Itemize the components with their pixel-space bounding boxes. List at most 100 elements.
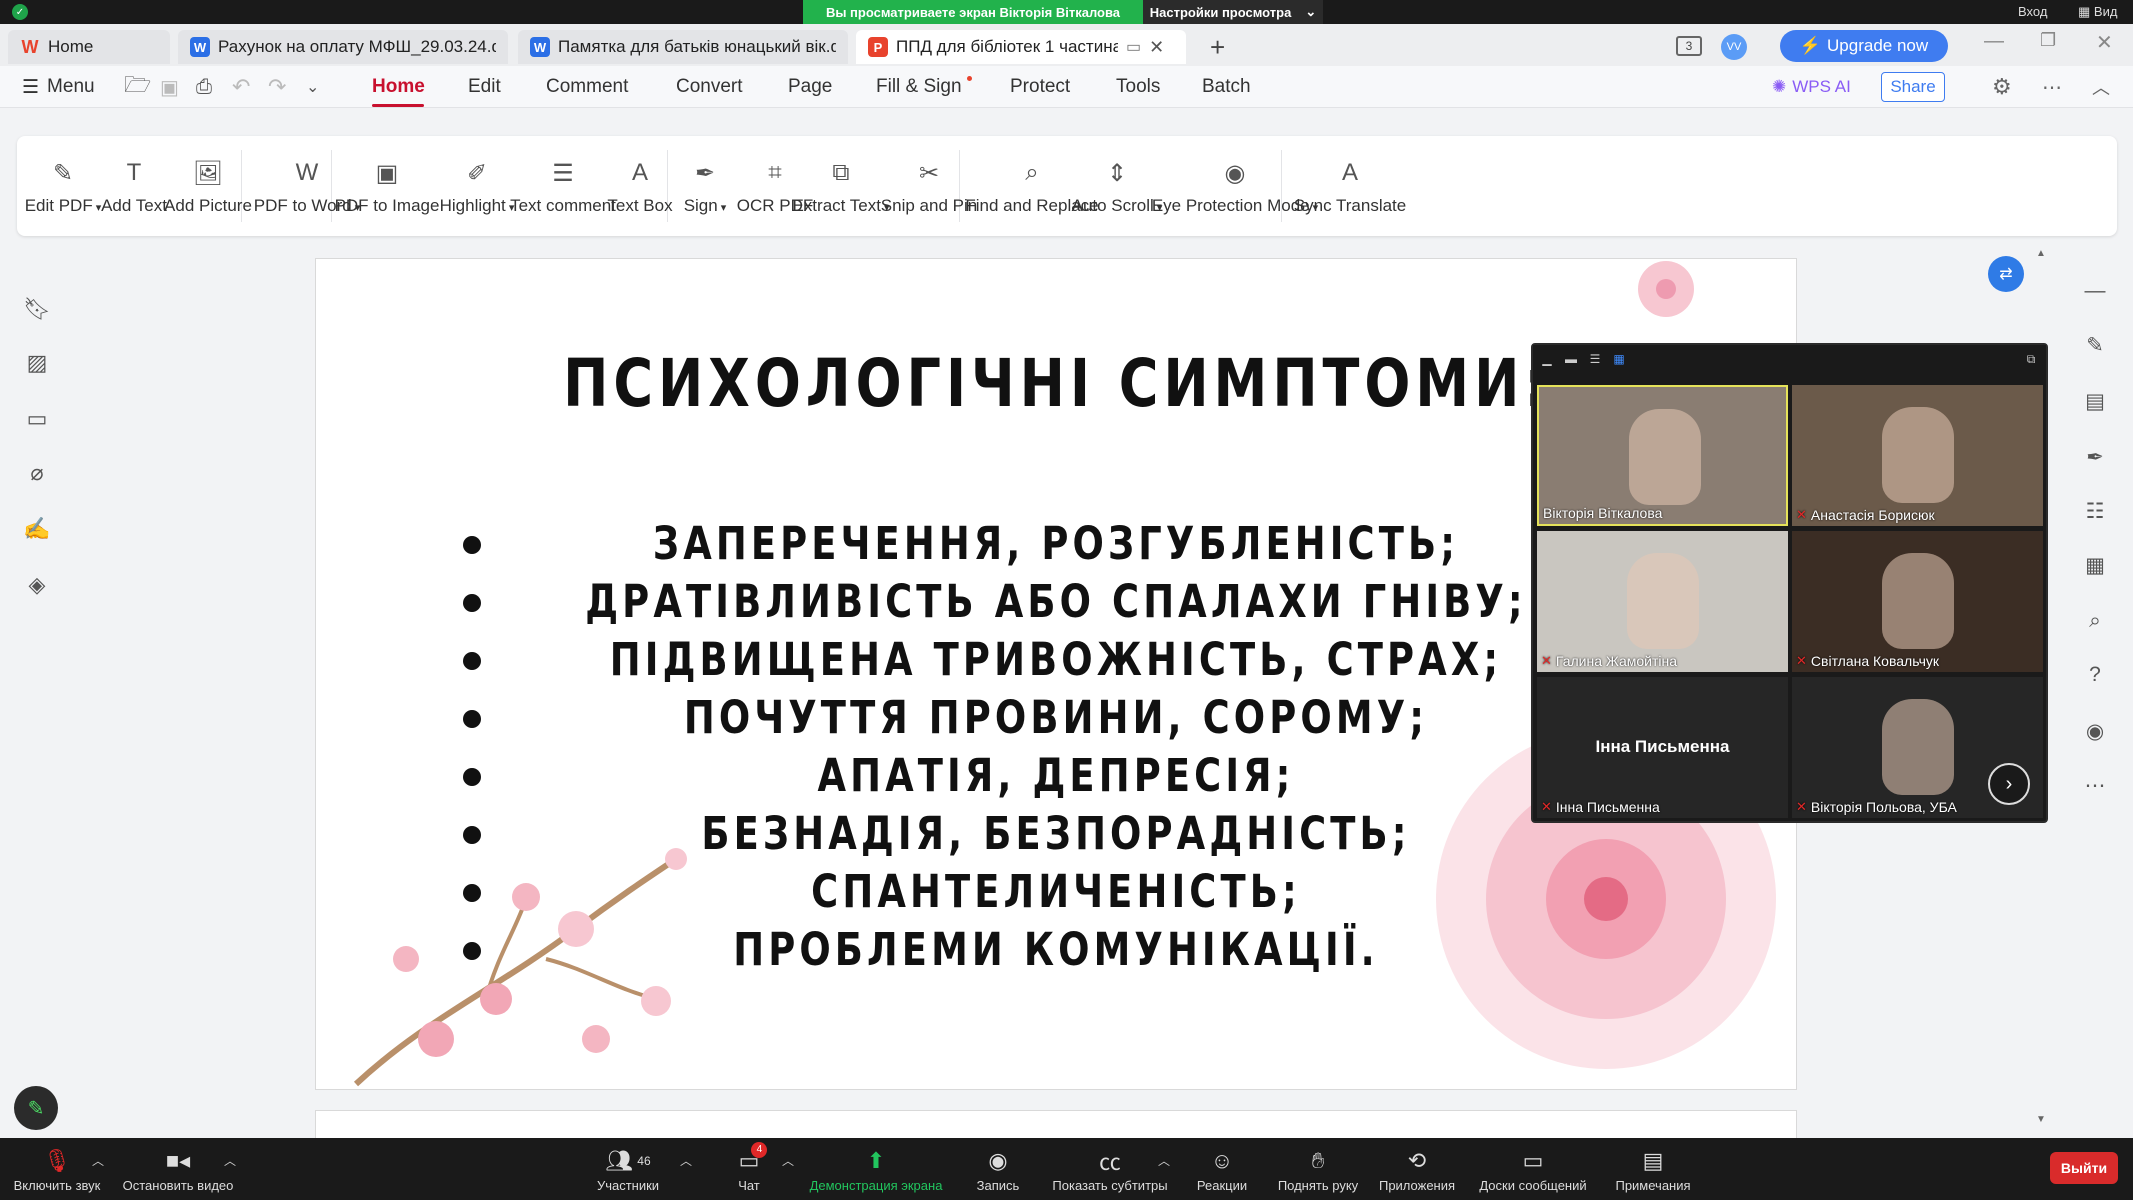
save-icon[interactable]: ▣ (160, 66, 179, 108)
close-tab-icon[interactable]: ✕ (1149, 37, 1164, 58)
login-button[interactable]: Вход (2018, 4, 2047, 19)
undo-icon[interactable]: ↶ (232, 66, 250, 108)
ribbon-text-comment-button[interactable]: ☰ Text comment (510, 136, 616, 236)
ribbon-translate-button[interactable]: A Sync Translate (1294, 136, 1406, 236)
participant-tile[interactable]: ✕ Анастасія Борисюк (1792, 385, 2043, 526)
more-icon[interactable]: ⋯ (2080, 770, 2110, 800)
new-tab-icon[interactable]: + (1210, 32, 1225, 63)
scroll-down-icon[interactable]: ▼ (2036, 1114, 2046, 1125)
ribbon-highlight-button[interactable]: ✐ Highlight ▾ (439, 136, 515, 236)
participant-tile[interactable]: ✕ Галина Жамойтіна (1537, 531, 1788, 672)
participants-button[interactable]: 👥︎ 46 Участники (588, 1142, 668, 1198)
view-button[interactable]: ▦ Вид (2078, 4, 2117, 20)
tab-active-pdf[interactable]: P ППД для бібліотек 1 частина ▭ ✕ (856, 30, 1186, 64)
ribbon-snip-button[interactable]: ✂ Snip and Pin (881, 136, 977, 236)
collapse-ribbon-icon[interactable]: ︿ (2092, 66, 2110, 108)
chevron-down-icon[interactable]: ⌄ (306, 66, 319, 108)
menu-tab-page[interactable]: Page (788, 66, 832, 108)
scroll-up-icon[interactable]: ▲ (2036, 248, 2046, 259)
annotate-pen-icon[interactable]: ✎ (14, 1086, 58, 1130)
signature-icon[interactable]: ✍ (22, 514, 52, 544)
gallery-view-icon[interactable]: ▦ (1611, 352, 1627, 366)
close-window-icon[interactable]: ✕ (2096, 30, 2113, 55)
pop-out-icon[interactable]: ⧉ (2023, 352, 2039, 366)
raise-hand-button[interactable]: ✋︎ Поднять руку (1274, 1142, 1362, 1198)
menu-tab-fill-sign[interactable]: Fill & Sign (876, 66, 962, 108)
ribbon-auto-scroll-button[interactable]: ⇕ Auto Scroll ▾ (1072, 136, 1163, 236)
edit-icon[interactable]: ✎ (2080, 330, 2110, 360)
whiteboards-button[interactable]: ▭ Доски сообщений (1474, 1142, 1592, 1198)
search-icon[interactable]: ⌕ (2080, 606, 2110, 636)
attachment-icon[interactable]: ⌀ (22, 458, 52, 488)
chevron-up-icon[interactable]: ︿ (680, 1152, 692, 1169)
translate-float-icon[interactable]: ⇄ (1988, 256, 2024, 292)
reactions-button[interactable]: ☺ Реакции (1190, 1142, 1254, 1198)
upgrade-button[interactable]: ⚡ Upgrade now (1780, 30, 1948, 62)
ribbon-add-text-button[interactable]: T Add Text (101, 136, 167, 236)
print-icon[interactable]: ⎙ (196, 66, 212, 108)
menu-tab-home[interactable]: Home (372, 66, 425, 108)
settings-icon[interactable]: ⚙ (1992, 66, 2012, 108)
minus-icon[interactable]: — (2080, 276, 2110, 306)
chevron-up-icon[interactable]: ︿ (1158, 1152, 1170, 1169)
participant-tile[interactable]: Інна Письменна ✕ Інна Письменна (1537, 677, 1788, 818)
bookmark-icon[interactable]: 🔖︎ (22, 294, 52, 324)
restore-icon[interactable]: ❐ (2040, 30, 2056, 51)
stop-video-button[interactable]: ■◂ Остановить видео (118, 1142, 238, 1198)
page-count-icon[interactable]: 3 (1676, 36, 1702, 56)
strip-view-icon[interactable]: ☰ (1587, 352, 1603, 366)
share-button[interactable]: Share (1881, 72, 1945, 102)
speaker-view-icon[interactable]: ▬ (1563, 352, 1579, 366)
tab-home[interactable]: W Home (8, 30, 170, 64)
outline-icon[interactable]: ☷ (2080, 496, 2110, 526)
tab-document[interactable]: W Рахунок на оплату МФШ_29.03.24.do (178, 30, 508, 64)
share-screen-button[interactable]: ⬆ Демонстрация экрана (804, 1142, 948, 1198)
notes-button[interactable]: ▤ Примечания (1610, 1142, 1696, 1198)
menu-tab-convert[interactable]: Convert (676, 66, 743, 108)
ribbon-extract-text-button[interactable]: ⧉ Extract Text ▾ (792, 136, 889, 236)
minimize-icon[interactable]: — (1984, 30, 2004, 53)
menu-button[interactable]: ☰ Menu (22, 66, 95, 108)
record-button[interactable]: ◉ Запись (968, 1142, 1028, 1198)
chevron-up-icon[interactable]: ︿ (224, 1152, 236, 1169)
open-folder-icon[interactable]: 🗁 (124, 66, 151, 108)
participant-tile[interactable]: Вікторія Віткалова (1537, 385, 1788, 526)
unmute-button[interactable]: 🎙︎ Включить звук (10, 1142, 104, 1198)
leave-button[interactable]: Выйти (2050, 1152, 2118, 1184)
ribbon-add-picture-button[interactable]: 🖼 Add Picture (163, 136, 253, 236)
ribbon-text-box-button[interactable]: A Text Box (607, 136, 673, 236)
menu-tab-tools[interactable]: Tools (1116, 66, 1160, 108)
wps-ai-button[interactable]: ✺ WPS AI (1772, 66, 1851, 108)
pen-icon[interactable]: ✒ (2080, 442, 2110, 472)
ribbon-edit-pdf-button[interactable]: ✎ Edit PDF ▾ (21, 136, 105, 236)
menu-tab-edit[interactable]: Edit (468, 66, 501, 108)
thumbnail-icon[interactable]: ▨ (22, 348, 52, 378)
redo-icon[interactable]: ↷ (268, 66, 286, 108)
menu-tab-protect[interactable]: Protect (1010, 66, 1070, 108)
view-settings-button[interactable]: Настройки просмотра ⌄ (1143, 0, 1323, 24)
chat-button[interactable]: ▭ 4 Чат (728, 1141, 770, 1198)
captions-button[interactable]: ㏄ Показать субтитры (1050, 1142, 1170, 1198)
table-icon[interactable]: ▦ (2080, 550, 2110, 580)
chevron-up-icon[interactable]: ︿ (92, 1152, 104, 1169)
help-icon[interactable]: ? (2080, 660, 2110, 690)
ribbon-eye-button[interactable]: ◉ Eye Protection Mode ▾ (1152, 136, 1318, 236)
ribbon-search-button[interactable]: ⌕ Find and Replace (965, 136, 1098, 236)
tab-document[interactable]: W Памятка для батьків юнацький вік.d (518, 30, 848, 64)
ribbon-pdf-to-image-button[interactable]: ▣ PDF to Image (335, 136, 440, 236)
avatar[interactable]: VV (1721, 34, 1747, 60)
ribbon-sign-button[interactable]: ✒ Sign ▾ (679, 136, 731, 236)
document-icon[interactable]: ▤ (2080, 386, 2110, 416)
menu-tab-batch[interactable]: Batch (1202, 66, 1251, 108)
menu-tab-comment[interactable]: Comment (546, 66, 628, 108)
minimize-icon[interactable]: ▁ (1539, 352, 1555, 366)
participant-tile[interactable]: ✕ Світлана Ковальчук (1792, 531, 2043, 672)
next-participants-button[interactable]: › (1988, 763, 2030, 805)
layers-icon[interactable]: ◈ (22, 570, 52, 600)
chevron-up-icon[interactable]: ︿ (782, 1152, 794, 1169)
comment-icon[interactable]: ▭ (22, 404, 52, 434)
eye-icon[interactable]: ◉ (2080, 716, 2110, 746)
more-icon[interactable]: ⋯ (2042, 66, 2062, 108)
apps-button[interactable]: ⟲ Приложения (1374, 1142, 1460, 1198)
ribbon-ocr-button[interactable]: ⌗ OCR PDF (737, 136, 814, 236)
